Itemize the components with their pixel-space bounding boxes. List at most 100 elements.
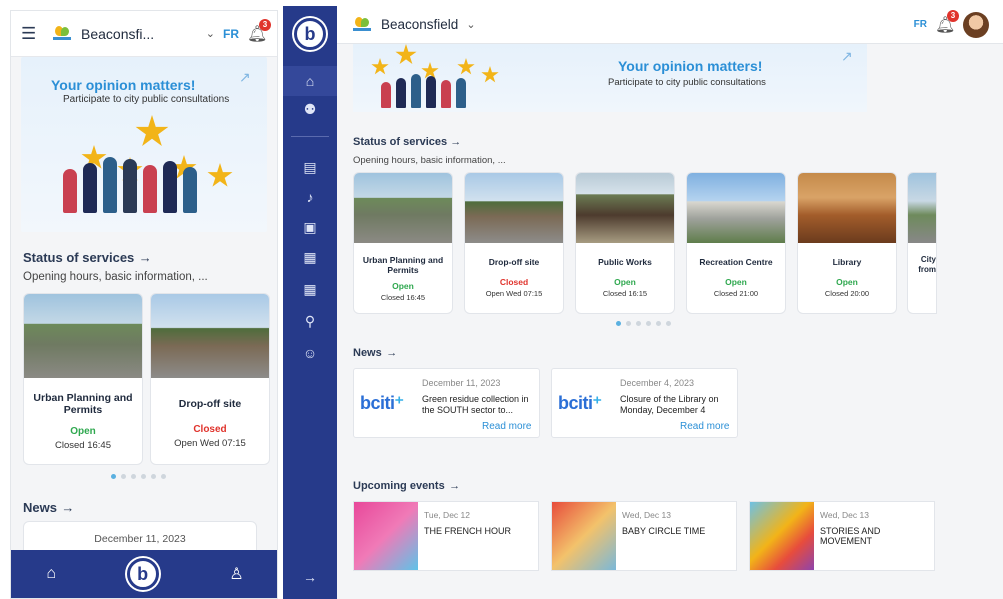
- city-logo-icon: [351, 15, 373, 35]
- service-photo: [151, 294, 269, 378]
- people-icon[interactable]: ⚉: [283, 94, 337, 124]
- news-date: December 11, 2023: [94, 533, 186, 545]
- service-card[interactable]: Public Works Open Closed 16:15: [575, 172, 675, 314]
- service-card[interactable]: Drop-off site Closed Open Wed 07:15: [464, 172, 564, 314]
- arrow-right-icon[interactable]: →: [283, 562, 337, 592]
- service-status: Closed: [499, 277, 529, 287]
- home-icon[interactable]: ⌂: [283, 66, 337, 96]
- link-icon[interactable]: ⚲: [283, 306, 337, 336]
- services-icon[interactable]: ☺: [283, 338, 337, 368]
- bell-icon[interactable]: ♪: [283, 182, 337, 212]
- service-card[interactable]: Urban Planning and Permits Open Closed 1…: [353, 172, 453, 314]
- service-card[interactable]: City from: [907, 172, 937, 314]
- events-icon[interactable]: ▦: [283, 274, 337, 304]
- services-subtitle: Opening hours, basic information, ...: [353, 155, 506, 166]
- bciti-logo: bciti⁺: [558, 393, 602, 413]
- read-more-link[interactable]: Read more: [680, 421, 729, 432]
- service-photo: [354, 173, 452, 243]
- desktop-view: b ⌂ ⚉ ▤ ♪ ▣ ▦ ▦ ⚲ ☺ → Beaconsfield ⌄ FR …: [283, 6, 1003, 599]
- event-title: STORIES AND MOVEMENT: [820, 526, 881, 546]
- service-photo: [24, 294, 142, 378]
- event-title: BABY CIRCLE TIME: [622, 526, 706, 536]
- service-photo: [687, 173, 785, 243]
- news-icon[interactable]: ▣: [283, 212, 337, 242]
- directory-icon[interactable]: ▤: [283, 152, 337, 182]
- chevron-down-icon[interactable]: ⌄: [466, 18, 475, 31]
- service-card[interactable]: Urban Planning and Permits Open Closed 1…: [23, 293, 143, 465]
- news-date: December 4, 2023: [620, 378, 695, 388]
- event-date: Wed, Dec 13: [820, 510, 869, 520]
- news-header[interactable]: News →: [23, 499, 74, 517]
- read-more-link[interactable]: Read more: [482, 421, 531, 432]
- service-name: Urban Planning and Permits: [33, 392, 133, 416]
- service-card[interactable]: Drop-off site Closed Open Wed 07:15: [150, 293, 270, 465]
- city-name[interactable]: Beaconsfi...: [81, 26, 198, 42]
- service-name: Drop-off site: [178, 398, 242, 410]
- news-header[interactable]: News →: [353, 343, 397, 361]
- news-text: Green residue collection in the SOUTH se…: [422, 394, 529, 415]
- service-status: Open: [836, 277, 858, 287]
- carousel-dots[interactable]: [111, 474, 166, 479]
- service-hours: Open Wed 07:15: [485, 289, 543, 298]
- arrow-right-icon[interactable]: →: [449, 480, 460, 492]
- avatar[interactable]: [963, 11, 989, 38]
- bciti-logo-button[interactable]: b: [126, 558, 159, 590]
- arrow-right-icon[interactable]: →: [450, 136, 461, 148]
- home-icon[interactable]: ⌂: [46, 565, 56, 583]
- news-card[interactable]: bciti⁺ December 11, 2023 Green residue c…: [353, 368, 540, 438]
- service-status: Closed: [193, 424, 227, 435]
- sidebar: b ⌂ ⚉ ▤ ♪ ▣ ▦ ▦ ⚲ ☺ →: [283, 6, 337, 599]
- service-name: Drop-off site: [488, 257, 540, 267]
- service-status: Open: [725, 277, 747, 287]
- service-photo: [465, 173, 563, 243]
- bciti-logo[interactable]: b: [294, 18, 326, 50]
- language-toggle[interactable]: FR: [914, 19, 927, 30]
- news-title: News: [353, 347, 382, 359]
- opinion-banner[interactable]: Your opinion matters! Participate to cit…: [21, 57, 267, 232]
- news-title: News: [23, 500, 57, 515]
- opinion-banner[interactable]: Your opinion matters! Participate to cit…: [353, 44, 867, 112]
- service-name: City from: [918, 255, 936, 274]
- event-image: [552, 502, 616, 570]
- bell-icon[interactable]: 🔔︎ 3: [247, 18, 271, 44]
- mobile-header: ☰ Beaconsfi... ⌄ FR 🔔︎ 3: [11, 11, 277, 57]
- service-photo: [798, 173, 896, 243]
- services-title: Status of services: [23, 250, 135, 265]
- event-card[interactable]: Wed, Dec 13 STORIES AND MOVEMENT: [749, 501, 935, 571]
- services-header[interactable]: Status of services →: [23, 249, 152, 267]
- chevron-down-icon[interactable]: ⌄: [206, 27, 215, 40]
- service-hours: Closed 21:00: [713, 289, 759, 298]
- arrow-right-icon[interactable]: →: [61, 500, 74, 515]
- calendar-icon[interactable]: ▦: [283, 242, 337, 272]
- service-card[interactable]: Recreation Centre Open Closed 21:00: [686, 172, 786, 314]
- city-name[interactable]: Beaconsfield: [381, 17, 458, 32]
- news-card[interactable]: bciti⁺ December 4, 2023 Closure of the L…: [551, 368, 738, 438]
- services-subtitle: Opening hours, basic information, ...: [23, 271, 208, 283]
- carousel-dots[interactable]: [616, 321, 671, 326]
- service-status: Open: [392, 281, 414, 291]
- desktop-header: Beaconsfield ⌄ FR 🔔︎ 3: [337, 6, 1003, 44]
- service-status: Open: [614, 277, 636, 287]
- events-header[interactable]: Upcoming events →: [353, 476, 460, 494]
- service-photo: [576, 173, 674, 243]
- bell-icon[interactable]: 🔔︎ 3: [935, 9, 959, 35]
- service-hours: Closed 16:15: [602, 289, 648, 298]
- service-hours: Closed 20:00: [824, 289, 870, 298]
- event-card[interactable]: Wed, Dec 13 BABY CIRCLE TIME: [551, 501, 737, 571]
- event-card[interactable]: Tue, Dec 12 THE FRENCH HOUR: [353, 501, 539, 571]
- bciti-logo: bciti⁺: [360, 393, 404, 413]
- arrow-right-icon[interactable]: →: [139, 250, 152, 265]
- menu-icon[interactable]: ☰: [21, 24, 43, 44]
- city-logo-icon: [51, 24, 73, 44]
- service-name: Recreation Centre: [699, 257, 773, 267]
- service-card[interactable]: Library Open Closed 20:00: [797, 172, 897, 314]
- services-header[interactable]: Status of services →: [353, 136, 461, 148]
- service-hours: Closed 16:45: [55, 440, 111, 451]
- service-name: Urban Planning and Permits: [362, 255, 444, 275]
- service-hours: Open Wed 07:15: [174, 438, 246, 449]
- external-link-icon[interactable]: ↗: [239, 69, 251, 86]
- arrow-right-icon[interactable]: →: [386, 347, 397, 359]
- language-toggle[interactable]: FR: [223, 27, 239, 41]
- external-link-icon[interactable]: ↗: [841, 48, 853, 65]
- user-icon[interactable]: ♙: [229, 564, 243, 584]
